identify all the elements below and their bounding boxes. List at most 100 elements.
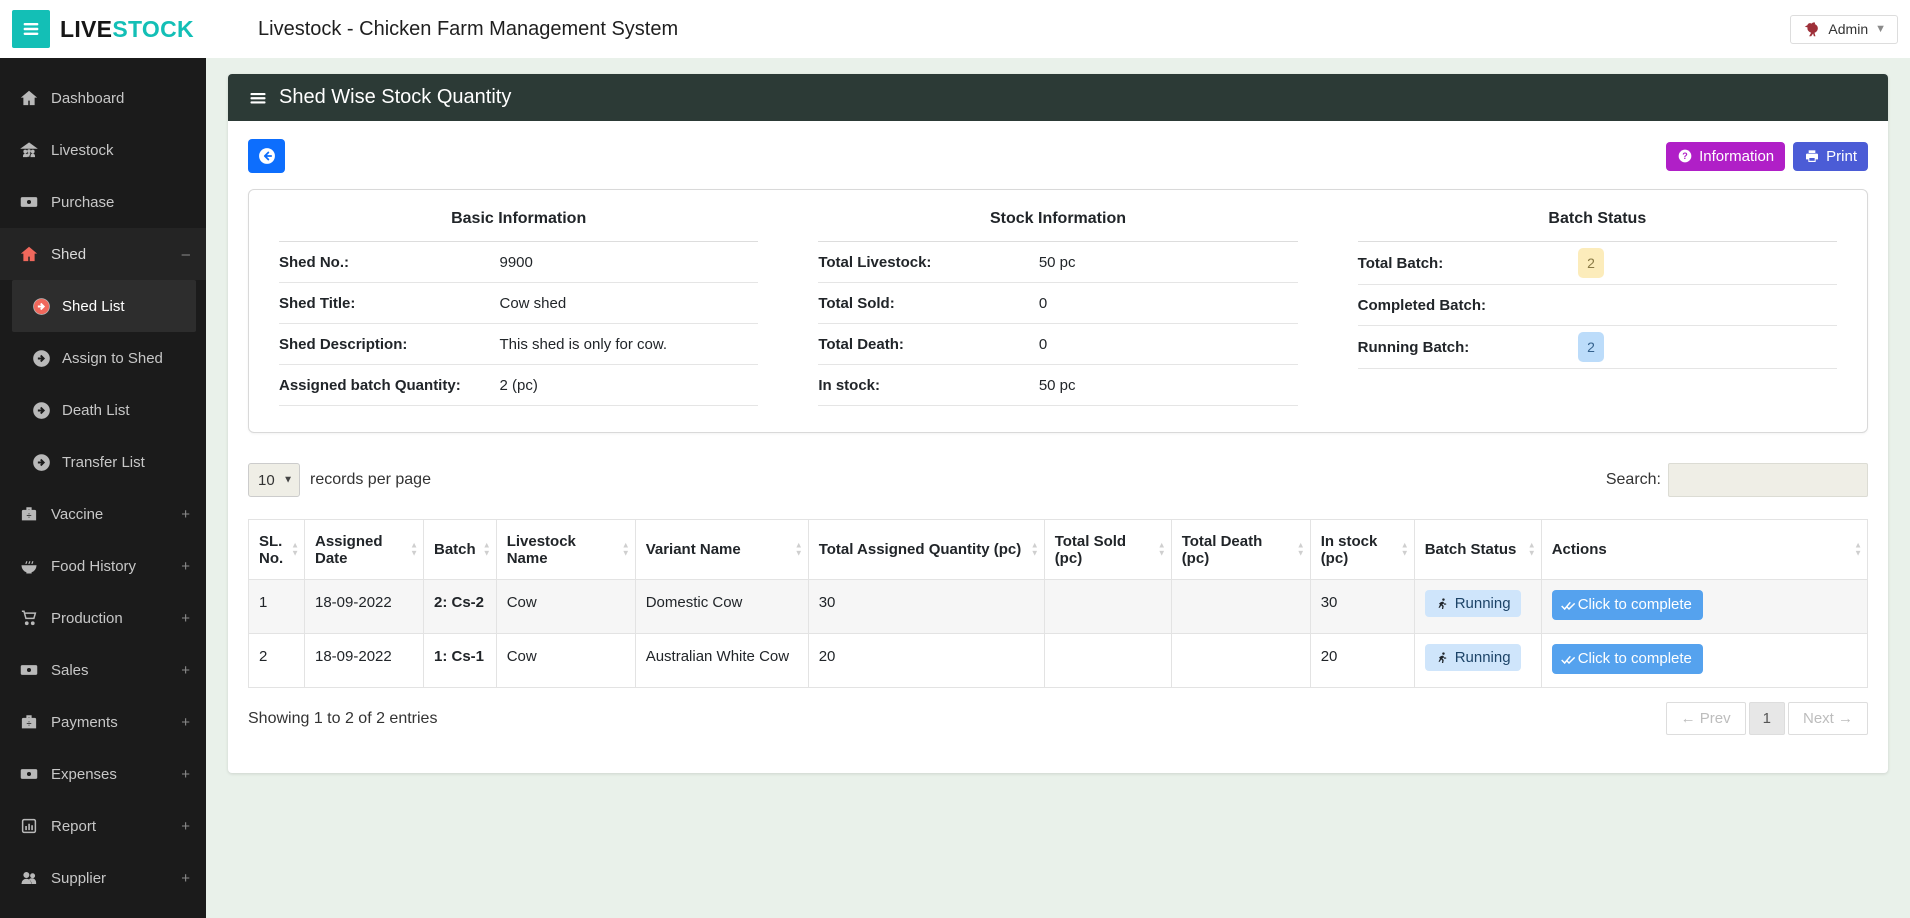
stock-information-section: Stock Information Total Livestock: 50 pc…	[818, 210, 1297, 406]
sidebar-item-death-list[interactable]: Death List	[0, 384, 206, 436]
info-row: Shed No.: 9900	[279, 242, 758, 283]
cell-total-assigned: 20	[808, 634, 1044, 688]
print-button[interactable]: Print	[1793, 142, 1868, 171]
column-header-total-sold[interactable]: Total Sold (pc)▲▼	[1044, 520, 1171, 580]
medical-kit-icon	[18, 505, 40, 523]
information-button[interactable]: ? Information	[1666, 142, 1785, 171]
sort-icon: ▲▼	[1297, 541, 1305, 558]
question-circle-icon: ?	[1677, 148, 1693, 164]
admin-dropdown[interactable]: Admin ▼	[1790, 15, 1898, 44]
bars-icon	[248, 88, 268, 108]
sort-icon: ▲▼	[795, 541, 803, 558]
sidebar-item-payments[interactable]: Payments +	[0, 696, 206, 748]
page-title: Livestock - Chicken Farm Management Syst…	[258, 18, 678, 41]
cell-in-stock: 30	[1310, 580, 1414, 634]
admin-label: Admin	[1828, 21, 1868, 37]
sidebar-item-production[interactable]: Production +	[0, 592, 206, 644]
cell-assigned-date: 18-09-2022	[305, 634, 424, 688]
sidebar-item-report[interactable]: Report +	[0, 800, 206, 852]
click-to-complete-button[interactable]: Click to complete	[1552, 590, 1703, 620]
section-title: Stock Information	[818, 210, 1297, 242]
back-button[interactable]	[248, 139, 285, 173]
expand-indicator: +	[181, 870, 190, 887]
table-footer: Showing 1 to 2 of 2 entries ← Prev 1 Nex…	[248, 702, 1868, 735]
expand-indicator: +	[181, 818, 190, 835]
info-label: In stock:	[818, 377, 1038, 394]
briefcase-icon	[18, 713, 40, 731]
column-header-livestock-name[interactable]: Livestock Name▲▼	[496, 520, 635, 580]
page-1-button[interactable]: 1	[1749, 702, 1785, 735]
column-header-assigned-date[interactable]: Assigned Date▲▼	[305, 520, 424, 580]
records-per-page-select[interactable]: 10	[248, 463, 300, 497]
table-controls: 10 ▼ records per page Search:	[248, 463, 1868, 497]
sidebar-item-livestock[interactable]: Livestock	[0, 124, 206, 176]
expand-indicator: +	[181, 766, 190, 783]
logo-live: LIVE	[60, 16, 112, 42]
money-icon	[18, 193, 40, 211]
sidebar-item-transfer-list[interactable]: Transfer List	[0, 436, 206, 488]
info-value: 9900	[499, 254, 758, 271]
sidebar-item-supplier[interactable]: Supplier +	[0, 852, 206, 904]
sidebar-item-expenses[interactable]: Expenses +	[0, 748, 206, 800]
column-header-in-stock[interactable]: In stock (pc)▲▼	[1310, 520, 1414, 580]
cell-assigned-date: 18-09-2022	[305, 580, 424, 634]
info-value: 50 pc	[1039, 254, 1298, 271]
sidebar-item-label: Sales	[51, 662, 89, 679]
next-page-button[interactable]: Next →	[1788, 702, 1868, 735]
column-header-total-death[interactable]: Total Death (pc)▲▼	[1171, 520, 1310, 580]
hamburger-icon	[20, 18, 42, 40]
sidebar-item-label: Food History	[51, 558, 136, 575]
app-logo: LIVESTOCK	[60, 16, 194, 43]
hamburger-menu-button[interactable]	[12, 10, 50, 48]
arrow-circle-right-icon	[30, 349, 52, 368]
prev-page-button[interactable]: ← Prev	[1666, 702, 1746, 735]
section-title: Batch Status	[1358, 210, 1837, 242]
double-check-icon	[1560, 597, 1576, 613]
sidebar-item-label: Death List	[62, 402, 130, 419]
sort-icon: ▲▼	[622, 541, 630, 558]
sidebar-item-food-history[interactable]: Food History +	[0, 540, 206, 592]
info-value: Cow shed	[499, 295, 758, 312]
column-header-actions[interactable]: Actions▲▼	[1541, 520, 1867, 580]
arrow-circle-right-icon	[30, 401, 52, 420]
sidebar-item-vaccine[interactable]: Vaccine +	[0, 488, 206, 540]
sidebar-item-dashboard[interactable]: Dashboard	[0, 72, 206, 124]
information-label: Information	[1699, 148, 1774, 165]
search-input[interactable]	[1668, 463, 1868, 497]
sort-icon: ▲▼	[483, 541, 491, 558]
sidebar-item-label: Purchase	[51, 194, 114, 211]
running-status-badge: Running	[1425, 590, 1521, 617]
sidebar-item-shed-list[interactable]: Shed List	[12, 280, 196, 332]
brand-area: LIVESTOCK	[0, 10, 206, 48]
sidebar-item-assign-to-shed[interactable]: Assign to Shed	[0, 332, 206, 384]
runner-icon	[1435, 651, 1449, 665]
column-header-variant-name[interactable]: Variant Name▲▼	[635, 520, 808, 580]
printer-icon	[1804, 148, 1820, 164]
column-header-batch-status[interactable]: Batch Status▲▼	[1414, 520, 1541, 580]
info-row: Shed Description: This shed is only for …	[279, 324, 758, 365]
total-batch-badge: 2	[1578, 248, 1604, 278]
livestock-icon	[18, 141, 40, 159]
sidebar-item-sales[interactable]: Sales +	[0, 644, 206, 696]
cell-total-assigned: 30	[808, 580, 1044, 634]
cell-livestock-name: Cow	[496, 580, 635, 634]
info-label: Shed Title:	[279, 295, 499, 312]
arrow-left-circle-icon	[257, 146, 277, 166]
click-to-complete-button[interactable]: Click to complete	[1552, 644, 1703, 674]
cell-livestock-name: Cow	[496, 634, 635, 688]
collapse-indicator: –	[182, 246, 190, 263]
column-header-batch[interactable]: Batch▲▼	[424, 520, 497, 580]
shed-submenu: Shed List Assign to Shed Death List Tran…	[0, 280, 206, 488]
sidebar-item-purchase[interactable]: Purchase	[0, 176, 206, 228]
cell-in-stock: 20	[1310, 634, 1414, 688]
column-header-sl-no[interactable]: SL. No.▲▼	[249, 520, 305, 580]
info-value: 2 (pc)	[499, 377, 758, 394]
cell-sl: 1	[249, 580, 305, 634]
info-row: Assigned batch Quantity: 2 (pc)	[279, 365, 758, 406]
info-row: Total Sold: 0	[818, 283, 1297, 324]
column-header-total-assigned[interactable]: Total Assigned Quantity (pc)▲▼	[808, 520, 1044, 580]
sidebar-item-shed[interactable]: Shed –	[0, 228, 206, 280]
info-label: Completed Batch:	[1358, 297, 1578, 314]
search-label: Search:	[1606, 471, 1661, 489]
sidebar-item-label: Shed	[51, 246, 86, 263]
